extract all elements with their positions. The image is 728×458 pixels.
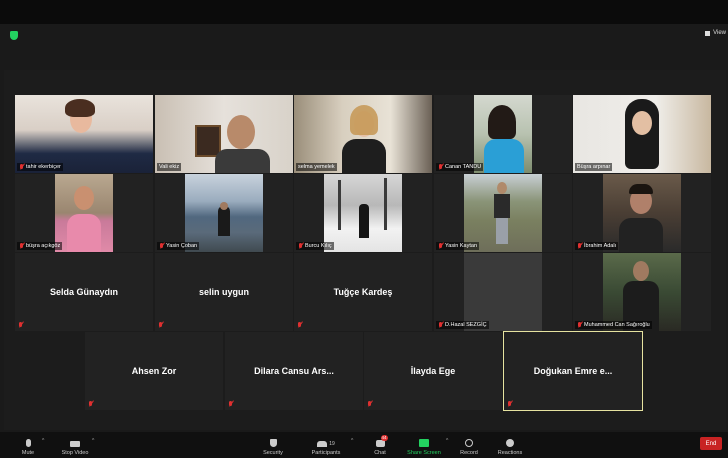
participant-name-label: Vali ekiz xyxy=(157,163,182,171)
mic-muted-icon xyxy=(438,322,443,328)
mic-muted-icon xyxy=(88,401,93,407)
participant-name: İlayda Ege xyxy=(410,366,456,376)
participant-tile[interactable]: Büşra arpınar xyxy=(573,95,711,173)
meeting-toolbar: Mute ^ Stop Video ^ Security 19 Particip… xyxy=(0,432,728,458)
participant-tile[interactable]: Tuğçe Kardeş xyxy=(294,253,432,331)
participant-tile[interactable]: büşra açıkgöz xyxy=(15,174,153,252)
participant-tile[interactable]: selma yemelek xyxy=(294,95,432,173)
mic-muted-icon xyxy=(19,243,24,249)
participant-name-label: İbrahim Adalı xyxy=(575,242,619,250)
participant-tile[interactable]: Muhammed Can Sağıroğlu xyxy=(573,253,711,331)
participant-tile[interactable]: Dilara Cansu Ars... xyxy=(225,332,363,410)
participant-video xyxy=(55,174,113,252)
participant-video xyxy=(15,95,153,173)
participant-name: selin uygun xyxy=(198,287,249,297)
participant-tile[interactable]: İbrahim Adalı xyxy=(573,174,711,252)
participant-name: Dilara Cansu Ars... xyxy=(254,366,334,376)
participant-tile[interactable]: İlayda Ege xyxy=(364,332,502,410)
mic-muted-icon xyxy=(228,401,233,407)
end-meeting-button[interactable]: End xyxy=(700,437,722,450)
participants-button[interactable]: 19 Participants xyxy=(306,432,346,458)
participant-name: Ahsen Zor xyxy=(131,366,177,376)
mic-muted-icon xyxy=(298,243,303,249)
participant-video xyxy=(185,174,263,252)
mic-muted-icon xyxy=(577,322,582,328)
encryption-shield-icon[interactable] xyxy=(10,31,18,40)
participant-name-label: Büşra arpınar xyxy=(575,163,613,171)
participant-tile[interactable]: tahir ekerbiçer xyxy=(15,95,153,173)
mic-muted-icon xyxy=(159,243,164,249)
shield-icon xyxy=(269,439,277,447)
participant-name-label: Yasin Kaytan xyxy=(436,242,480,250)
mic-muted-icon xyxy=(438,243,443,249)
participant-video xyxy=(464,174,542,252)
participant-video xyxy=(464,253,542,331)
microphone-icon xyxy=(25,439,31,447)
view-label: View xyxy=(713,30,726,36)
participants-options-caret-icon[interactable]: ^ xyxy=(351,438,353,444)
mic-muted-icon xyxy=(158,322,163,328)
view-button[interactable]: View xyxy=(705,30,726,36)
mute-options-caret-icon[interactable]: ^ xyxy=(42,438,44,444)
participant-tile[interactable]: Ahsen Zor xyxy=(85,332,223,410)
chat-unread-badge: 44 xyxy=(380,435,388,441)
participant-tile[interactable]: Yasin Kaytan xyxy=(434,174,572,252)
participant-video xyxy=(603,174,681,252)
mic-muted-icon xyxy=(297,322,302,328)
mic-muted-icon xyxy=(507,401,512,407)
participant-name-label: selma yemelek xyxy=(296,163,337,171)
reactions-button[interactable]: Reactions xyxy=(496,432,524,458)
participant-name-label: büşra açıkgöz xyxy=(17,242,63,250)
participant-name: Selda Günaydın xyxy=(49,287,118,297)
participant-name-label: Burcu Kılıç xyxy=(296,242,334,250)
record-icon xyxy=(465,439,473,447)
video-camera-icon xyxy=(70,441,80,447)
participant-tile[interactable]: Selda Günaydın xyxy=(15,253,153,331)
stop-video-button[interactable]: Stop Video xyxy=(56,432,94,458)
smiley-icon xyxy=(506,439,514,447)
mic-muted-icon xyxy=(18,322,23,328)
mic-muted-icon xyxy=(577,243,582,249)
participant-name-label: D.Hazal SEZGİÇ xyxy=(436,321,489,329)
participant-video xyxy=(294,95,432,173)
participant-name-label: Muhammed Can Sağıroğlu xyxy=(575,321,652,329)
chat-bubble-icon: 44 xyxy=(375,435,388,447)
share-options-caret-icon[interactable]: ^ xyxy=(446,438,448,444)
video-options-caret-icon[interactable]: ^ xyxy=(92,438,94,444)
grid-view-icon xyxy=(705,30,711,36)
participant-video xyxy=(474,95,532,173)
participant-video xyxy=(603,253,681,331)
participant-name-label: Canan TANDU xyxy=(436,163,484,171)
participant-tile[interactable]: Canan TANDU xyxy=(434,95,572,173)
chat-button[interactable]: 44 Chat xyxy=(369,432,391,458)
participant-tile[interactable]: selin uygun xyxy=(155,253,293,331)
share-screen-button[interactable]: Share Screen xyxy=(405,432,443,458)
participants-count: 19 xyxy=(329,441,335,447)
participant-video xyxy=(155,95,293,173)
participants-icon: 19 xyxy=(317,441,335,447)
participant-name-label: tahir ekerbiçer xyxy=(17,163,63,171)
mic-muted-icon xyxy=(367,401,372,407)
participant-tile[interactable]: Vali ekiz xyxy=(155,95,293,173)
participant-tile[interactable]: Burcu Kılıç xyxy=(294,174,432,252)
share-screen-icon xyxy=(419,439,429,447)
participant-name: Tuğçe Kardeş xyxy=(333,287,393,297)
participant-tile[interactable]: D.Hazal SEZGİÇ xyxy=(434,253,572,331)
participant-name-label: Yasin Çoban xyxy=(157,242,200,250)
record-button[interactable]: Record xyxy=(458,432,480,458)
participant-video xyxy=(573,95,711,173)
participant-name: Doğukan Emre e... xyxy=(533,366,613,376)
participant-video xyxy=(324,174,402,252)
security-button[interactable]: Security xyxy=(259,432,287,458)
participant-tile[interactable]: Yasin Çoban xyxy=(155,174,293,252)
mic-muted-icon xyxy=(19,164,24,170)
window-top-bar xyxy=(0,0,728,24)
mic-muted-icon xyxy=(438,164,443,170)
participant-tile-active-speaker[interactable]: Doğukan Emre e... xyxy=(503,331,643,411)
mute-button[interactable]: Mute xyxy=(16,432,40,458)
